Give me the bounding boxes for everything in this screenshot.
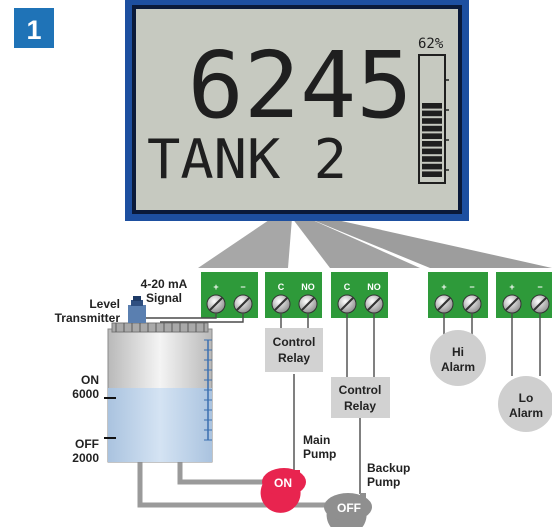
terminal-block-signal: + −	[201, 272, 258, 318]
step-number: 1	[26, 15, 41, 45]
terminal-relay2-c: C	[344, 282, 351, 292]
main-pump-label-line2: Pump	[303, 447, 336, 461]
lo-alarm: Lo Alarm	[498, 376, 552, 432]
bargraph-segment	[422, 118, 442, 124]
transmitter-label-line1: Level	[89, 297, 120, 311]
display-percent: 62%	[418, 36, 444, 52]
terminal-block-hi-alarm: + −	[428, 272, 488, 318]
terminal-lo-minus: −	[537, 282, 542, 292]
terminal-signal-plus: +	[213, 282, 218, 292]
step-badge: 1	[14, 8, 54, 48]
terminal-lo-plus: +	[509, 282, 514, 292]
terminal-block-relay2: C NO	[331, 272, 388, 318]
terminal-hi-minus: −	[469, 282, 474, 292]
hi-alarm-label-line1: Hi	[452, 345, 464, 359]
backup-pump: OFF	[324, 493, 372, 532]
terminal-relay1-c: C	[278, 282, 285, 292]
relay2-label-line1: Control	[339, 383, 382, 397]
tank-liquid	[108, 388, 212, 462]
backup-pump-label-line1: Backup	[367, 461, 410, 475]
terminal-block-relay1: C NO	[265, 272, 322, 318]
off-level-label: OFF	[75, 437, 99, 451]
signal-label-line1: 4-20 mA	[141, 277, 188, 291]
hi-alarm-label-line2: Alarm	[441, 360, 475, 374]
terminal-block-lo-alarm: + −	[496, 272, 552, 318]
bargraph-segment	[422, 125, 442, 132]
main-pump-status: ON	[274, 476, 292, 490]
bargraph-segment	[422, 110, 442, 117]
relay1-label-line2: Relay	[278, 351, 310, 365]
control-relay-2: Control Relay	[331, 377, 390, 418]
connection-beams	[198, 218, 552, 268]
on-level-label: ON	[81, 373, 99, 387]
display-tank-label: TANK 2	[147, 128, 347, 191]
bargraph-segment	[422, 141, 442, 147]
main-pump-label-line1: Main	[303, 433, 330, 447]
bargraph-segment	[422, 133, 442, 139]
lcd-display: 6245 TANK 2 62%	[125, 0, 469, 221]
backup-pump-status: OFF	[337, 501, 361, 515]
off-level-value: 2000	[72, 451, 99, 465]
tank	[104, 322, 213, 463]
pump-piping	[137, 462, 338, 508]
terminal-relay2-no: NO	[367, 282, 381, 292]
lo-alarm-label-line1: Lo	[519, 391, 534, 405]
control-relay-1: Control Relay	[265, 328, 323, 372]
relay1-label-line1: Control	[273, 335, 316, 349]
terminal-signal-minus: −	[240, 282, 245, 292]
bargraph-segment	[422, 103, 442, 109]
backup-pump-label-line2: Pump	[367, 475, 400, 489]
terminal-hi-plus: +	[441, 282, 446, 292]
bargraph-segment	[422, 156, 442, 162]
bargraph-segment	[422, 148, 442, 155]
terminal-relay1-no: NO	[301, 282, 315, 292]
bargraph-segment	[422, 171, 442, 177]
display-value: 6245	[188, 32, 413, 139]
transmitter-label-line2: Transmitter	[55, 311, 121, 325]
diagram-canvas: 1 6245 TANK 2 62% + − C NO C NO + − + − …	[14, 0, 552, 532]
level-transmitter-icon	[128, 296, 146, 323]
system-diagram: 1 6245 TANK 2 62% + − C NO C NO + − + − …	[0, 0, 552, 532]
signal-label-line2: Signal	[146, 291, 182, 305]
relay2-label-line2: Relay	[344, 399, 376, 413]
lo-alarm-label-line2: Alarm	[509, 406, 543, 420]
hi-alarm: Hi Alarm	[430, 330, 486, 386]
on-level-value: 6000	[72, 387, 99, 401]
bargraph-segment	[422, 163, 442, 170]
